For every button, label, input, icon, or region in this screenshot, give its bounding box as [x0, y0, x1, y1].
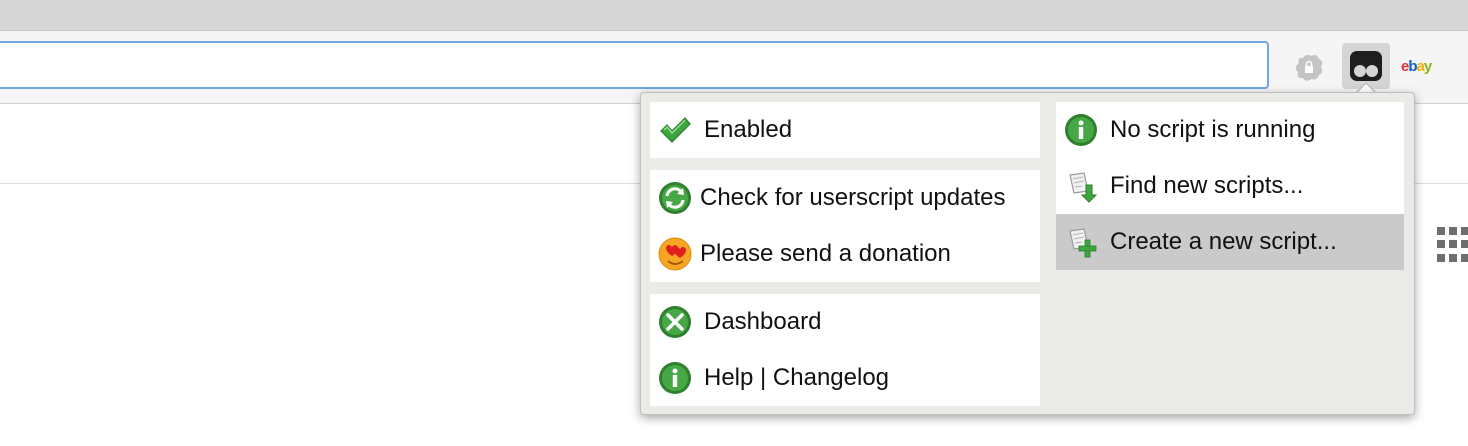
ebay-extension-button[interactable]: ebay	[1401, 55, 1441, 77]
donation-item[interactable]: Please send a donation	[658, 226, 1032, 282]
find-new-scripts-item[interactable]: Find new scripts...	[1056, 158, 1404, 214]
enabled-toggle[interactable]: Enabled	[658, 102, 1032, 158]
refresh-icon	[658, 181, 692, 215]
dashboard-item[interactable]: Dashboard	[658, 294, 1032, 350]
help-changelog-item[interactable]: Help | Changelog	[658, 350, 1032, 406]
links-panel: Dashboard Help | Changelog	[650, 294, 1040, 406]
no-script-running-item: No script is running	[1056, 102, 1404, 158]
create-new-script-label: Create a new script...	[1110, 228, 1337, 255]
dashboard-label: Dashboard	[704, 308, 822, 335]
tampermonkey-icon	[1350, 51, 1382, 81]
tools-icon	[658, 305, 692, 339]
ebay-logo-y: y	[1423, 57, 1432, 75]
actions-panel: Check for userscript updates Please send…	[650, 170, 1040, 282]
address-bar[interactable]	[0, 41, 1269, 89]
donation-label: Please send a donation	[700, 240, 951, 267]
status-panel: Enabled	[650, 102, 1040, 158]
window-titlebar	[0, 0, 1468, 31]
no-script-running-label: No script is running	[1110, 116, 1316, 143]
help-changelog-label: Help | Changelog	[704, 364, 890, 391]
ebay-logo-b: b	[1408, 57, 1417, 75]
download-script-icon	[1064, 169, 1098, 203]
ebay-logo-a: a	[1416, 57, 1425, 75]
scripts-panel: No script is running Find new scripts...	[1056, 102, 1404, 270]
add-script-icon	[1064, 225, 1098, 259]
check-updates-item[interactable]: Check for userscript updates	[658, 170, 1032, 226]
lock-extension-button[interactable]	[1293, 53, 1325, 83]
check-icon	[658, 113, 692, 147]
heart-eyes-icon	[658, 237, 692, 271]
info-icon	[1064, 113, 1098, 147]
lock-extension-icon	[1295, 54, 1323, 81]
apps-grid-icon[interactable]	[1437, 227, 1468, 263]
create-new-script-item[interactable]: Create a new script...	[1056, 214, 1404, 270]
enabled-label: Enabled	[704, 116, 793, 143]
info-icon	[658, 361, 692, 395]
find-new-scripts-label: Find new scripts...	[1110, 172, 1304, 199]
ebay-logo-e: e	[1401, 57, 1409, 75]
check-updates-label: Check for userscript updates	[700, 184, 1006, 211]
tampermonkey-popup-menu: Enabled Check for userscript updates Ple…	[640, 92, 1415, 415]
